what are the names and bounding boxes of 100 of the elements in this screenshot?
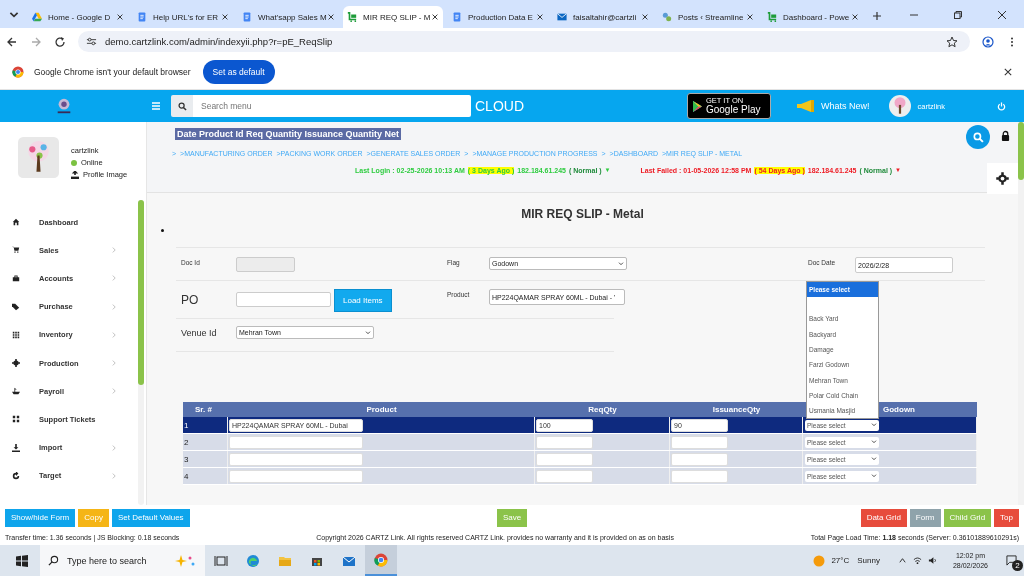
search-button[interactable] — [966, 125, 990, 149]
cart-icon — [767, 12, 777, 22]
issuance-qty-field[interactable] — [671, 435, 728, 449]
scrollbar-thumb[interactable] — [1018, 122, 1024, 180]
taskbar-search-field[interactable]: Type here to search — [40, 545, 205, 576]
chrome-logo-icon — [12, 66, 24, 78]
chevron-icon — [112, 360, 116, 367]
column-header: ReqQty — [588, 405, 617, 414]
close-icon[interactable] — [116, 13, 124, 21]
product-field[interactable] — [229, 452, 363, 466]
close-icon[interactable] — [326, 13, 335, 21]
req-qty-field[interactable] — [536, 435, 593, 449]
caret-icon — [871, 457, 877, 461]
browser-tab[interactable]: Home - Google D — [28, 6, 128, 28]
sun-icon — [813, 554, 826, 567]
settings-icon — [995, 171, 1010, 186]
play-icon — [692, 100, 702, 112]
caret-icon — [871, 474, 877, 478]
globe-icon — [662, 12, 672, 22]
close-icon[interactable] — [641, 13, 649, 21]
caret-icon — [365, 330, 371, 335]
column-header: IssuanceQty — [712, 405, 761, 414]
doc-id-field — [236, 257, 295, 272]
task-view-icon — [214, 553, 228, 568]
close-icon[interactable] — [536, 13, 544, 21]
form-title: MIR REQ SLIP - Metal — [520, 207, 645, 221]
windows-start-icon[interactable] — [16, 554, 28, 567]
search-icon — [177, 101, 187, 111]
document-icon — [452, 12, 462, 22]
column-header: Sr. # — [195, 405, 212, 414]
set-default-button[interactable]: Set as default — [202, 60, 275, 84]
req-qty-field[interactable] — [536, 452, 593, 466]
wifi-icon[interactable] — [912, 556, 922, 565]
row-number: 1 — [184, 420, 189, 430]
site-settings-icon[interactable] — [86, 36, 97, 47]
close-icon[interactable] — [431, 13, 439, 21]
lock-icon[interactable] — [1001, 130, 1010, 142]
temperature: 27°C — [831, 556, 850, 565]
address-bar[interactable]: demo.cartzlink.com/admin/indexyii.php?r=pE_ReqSlip — [78, 31, 970, 52]
briefcase-icon — [12, 274, 20, 283]
upload-icon — [12, 443, 20, 452]
close-icon[interactable] — [746, 13, 754, 21]
browser-tab[interactable]: What'sapp Sales M — [238, 6, 338, 28]
avatar-icon[interactable] — [889, 95, 912, 117]
search-field[interactable]: Search menu — [193, 95, 471, 117]
speaker-icon[interactable] — [927, 556, 937, 565]
chevron-icon — [112, 303, 116, 310]
new-tab-icon[interactable] — [872, 11, 882, 21]
home-icon — [12, 218, 20, 227]
field-label: Venue Id — [180, 327, 218, 338]
megaphone-icon — [795, 99, 816, 113]
tooltip: Date Product Id Req Quantity Issuance Quantity Net — [175, 128, 402, 140]
issuance-qty-field[interactable] — [671, 452, 728, 466]
refresh-icon — [12, 471, 20, 480]
power-icon[interactable] — [997, 101, 1006, 111]
back-icon[interactable] — [6, 35, 18, 48]
reload-icon[interactable] — [54, 35, 66, 48]
cart-icon — [347, 12, 357, 22]
column-header: Godown — [883, 405, 915, 414]
po-field[interactable] — [236, 292, 331, 307]
browser-tab[interactable]: Production Data E — [448, 6, 548, 28]
product-field[interactable] — [229, 435, 363, 449]
close-icon[interactable] — [1004, 68, 1012, 76]
document-icon — [242, 12, 252, 22]
settings-button[interactable] — [987, 163, 1018, 194]
browser-tab[interactable]: Posts ‹ Streamline — [658, 6, 758, 28]
action-button[interactable]: Top — [994, 508, 1019, 527]
caret-icon — [871, 423, 877, 427]
chevron-icon — [112, 275, 116, 282]
search-icon — [48, 555, 59, 566]
chevron-icon — [112, 331, 116, 338]
notification-icon — [1005, 555, 1017, 566]
product-field[interactable] — [229, 469, 363, 483]
browser-tab[interactable]: Dashboard - Powe — [763, 6, 863, 28]
upload-icon — [71, 170, 79, 179]
scrollbar-thumb[interactable] — [138, 200, 144, 385]
bullet-icon — [161, 229, 164, 232]
notification-count: 2 — [1012, 560, 1023, 571]
notifications-button[interactable]: 2 — [998, 545, 1024, 576]
issuance-qty-field[interactable] — [671, 469, 728, 483]
chevron-up-icon[interactable] — [897, 556, 907, 565]
browser-tab[interactable]: Help URL's for ER — [133, 6, 233, 28]
row-number: 4 — [184, 471, 189, 481]
drive-icon — [32, 12, 42, 22]
star-icon[interactable] — [946, 35, 958, 48]
search-button[interactable] — [171, 95, 193, 117]
browser-tab[interactable]: MIR REQ SLIP - M — [343, 6, 443, 28]
profile-icon[interactable] — [982, 35, 994, 48]
chevron-icon — [112, 388, 116, 395]
row-number: 2 — [184, 437, 189, 447]
close-icon[interactable] — [997, 10, 1007, 20]
field-label: PO — [180, 292, 200, 307]
req-qty-field[interactable] — [536, 469, 593, 483]
column-header: Product — [366, 405, 397, 414]
close-icon[interactable] — [851, 13, 859, 21]
action-button[interactable]: Data Grid — [860, 508, 907, 527]
online-dot-icon — [71, 159, 77, 166]
close-icon[interactable] — [221, 13, 229, 21]
browser-tab[interactable]: faisaltahir@cartzli — [553, 6, 653, 28]
restore-icon[interactable] — [953, 10, 963, 20]
